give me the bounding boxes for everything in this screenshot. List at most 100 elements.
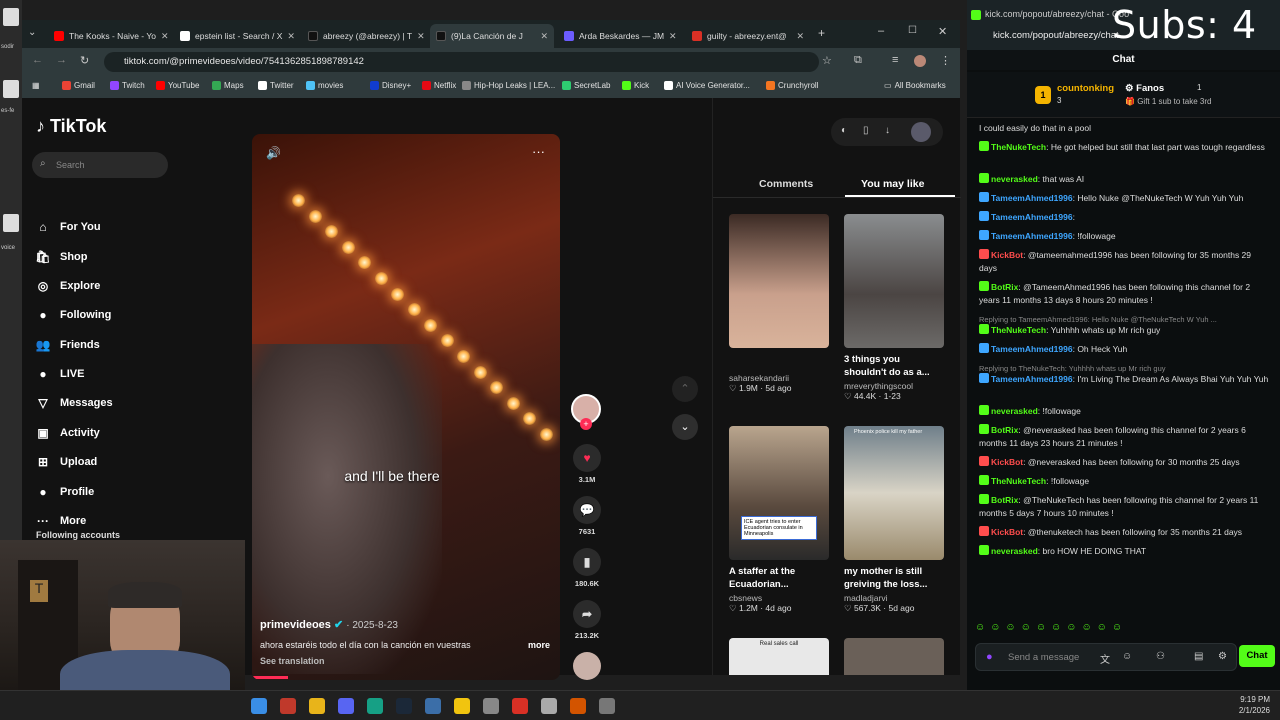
emote-bar[interactable]: ☺☺☺☺☺☺☺☺☺☺ [975,622,1175,638]
taskbar-app-icon[interactable] [512,698,528,714]
users-icon[interactable]: ⚇ [1156,651,1165,662]
browser-tab[interactable]: Arda Beskardes — JM ✕ [558,24,682,48]
nav-item-shop[interactable]: 🛍 Shop [35,250,87,264]
chat-username[interactable]: TheNukeTech [991,476,1046,486]
browser-tab[interactable]: The Kooks - Naive - Yo ✕ [48,24,172,48]
leader-name[interactable]: countonking [1057,83,1114,94]
new-tab-button[interactable]: + [818,26,825,40]
desktop-icon[interactable] [3,80,19,98]
close-icon[interactable]: ✕ [796,31,804,42]
taskbar-app-icon[interactable] [599,698,615,714]
maximize-button[interactable]: ☐ [908,25,917,36]
close-icon[interactable]: ✕ [417,31,425,42]
taskbar-app-icon[interactable] [280,698,296,714]
browser-tab[interactable]: abreezy (@abreezy) | T ✕ [302,24,426,48]
settings-icon[interactable]: ⚙ [1218,651,1227,662]
bookmark-item[interactable]: SecretLab [562,81,610,90]
author-name[interactable]: primevideoes ✔ · 2025-8-23 [260,618,398,631]
follow-button[interactable]: + [580,418,592,430]
nav-item-profile[interactable]: ● Profile [36,485,94,499]
phone-icon[interactable]: ▯ [863,125,869,136]
taskbar-app-icon[interactable] [483,698,499,714]
chat-username[interactable]: TheNukeTech [991,325,1046,335]
emoji-icon[interactable]: ☺ [1122,651,1132,662]
store-icon[interactable]: ▤ [1194,651,1203,662]
second-name[interactable]: ⚙ Fanos [1125,83,1164,94]
star-icon[interactable]: ☆ [822,54,832,67]
close-icon[interactable]: ✕ [540,31,548,42]
bookmark-item[interactable]: Crunchyroll [766,81,818,90]
more-options-icon[interactable]: ··· [532,144,545,159]
share-button[interactable]: ➦ 213.2K [572,600,602,640]
extensions-icon[interactable]: ⧉ [854,54,862,67]
apps-icon[interactable]: ▦ [32,81,40,90]
taskbar-app-icon[interactable] [251,698,267,714]
more-button[interactable]: more [528,640,550,650]
tab-you-may-like[interactable]: You may like [861,178,924,190]
kick-url[interactable]: kick.com/popout/abreezy/chat [993,30,1119,41]
see-translation-link[interactable]: See translation [260,656,325,666]
avatar[interactable] [914,55,926,67]
close-icon[interactable]: ✕ [161,31,169,42]
chat-username[interactable]: BotRix [991,425,1018,435]
translate-icon[interactable]: 文 [1100,651,1110,666]
card-author[interactable]: mreverythingscool [844,381,944,391]
card-author[interactable]: madladjarvi [844,593,944,603]
video-player[interactable]: 🔊 ··· and I'll be there primevideoes ✔ ·… [252,134,560,680]
taskbar-app-icon[interactable] [338,698,354,714]
tiktok-logo[interactable]: ♪ TikTok [36,116,106,137]
reload-icon[interactable]: ↻ [80,54,89,67]
comment-button[interactable]: 💬 7631 [572,496,602,536]
video-card[interactable]: Phoenix police kill my father my mother … [844,426,944,614]
send-chat-button[interactable]: Chat [1239,645,1275,667]
music-disc-icon[interactable] [573,652,601,680]
download-icon[interactable]: ↓ [885,125,890,136]
chat-username[interactable]: TheNukeTech [991,142,1046,152]
gift-text[interactable]: 🎁 Gift 1 sub to take 3rd [1125,97,1211,106]
bookmark-item[interactable]: Netflix [422,81,456,90]
taskbar-app-icon[interactable] [367,698,383,714]
card-author[interactable]: cbsnews [729,593,829,603]
bookmark-item[interactable]: Twitter [258,81,294,90]
chat-username[interactable]: BotRix [991,495,1018,505]
bookmark-item[interactable]: Maps [212,81,244,90]
bookmark-item[interactable]: movies [306,81,343,90]
bookmark-item[interactable]: Hip-Hop Leaks | LEA... [462,81,555,90]
back-icon[interactable]: ← [32,54,43,66]
chat-username[interactable]: neverasked [991,406,1038,416]
chat-username[interactable]: KickBot [991,250,1023,260]
browser-tab[interactable]: epstein list - Search / X ✕ [174,24,298,48]
taskbar-app-icon[interactable] [570,698,586,714]
previous-video-button[interactable]: ⌃ [672,376,698,402]
video-card[interactable]: saharsekandarii ♡ 1.9M · 5d ago [729,214,829,394]
tab-comments[interactable]: Comments [759,178,813,190]
speed-icon[interactable]: ◐ [841,125,847,136]
avatar[interactable] [911,122,931,142]
progress-bar[interactable] [252,676,288,679]
taskbar-app-icon[interactable] [396,698,412,714]
taskbar-app-icon[interactable] [309,698,325,714]
bookmark-item[interactable]: Disney+ [370,81,411,90]
tab-search-icon[interactable]: ⌄ [28,27,36,38]
bookmark-item[interactable]: Gmail [62,81,95,90]
search-input[interactable]: Search [32,152,168,178]
next-video-button[interactable]: ⌄ [672,414,698,440]
nav-item-activity[interactable]: ▣ Activity [36,426,99,440]
chat-username[interactable]: BotRix [991,282,1018,292]
nav-item-friends[interactable]: 👥 Friends [36,338,100,352]
nav-item-upload[interactable]: ⊞ Upload [36,455,97,469]
menu-icon[interactable]: ⋮ [940,54,951,67]
taskbar-app-icon[interactable] [454,698,470,714]
chat-username[interactable]: TameemAhmed1996 [991,374,1073,384]
chat-input[interactable]: ● Send a message 文 ☺ ⚇ ▤ ⚙ [975,643,1237,671]
video-thumbnail[interactable] [844,638,944,675]
chat-username[interactable]: TameemAhmed1996 [991,231,1073,241]
url-input[interactable]: tiktok.com/@primevideoes/video/754136285… [104,52,819,72]
nav-item-more[interactable]: ··· More [36,514,86,528]
taskbar-app-icon[interactable] [541,698,557,714]
nav-item-live[interactable]: ● LIVE [36,367,84,381]
close-window-button[interactable]: ✕ [938,25,947,38]
bookmark-item[interactable]: Twitch [110,81,145,90]
close-icon[interactable]: ✕ [669,31,677,42]
nav-item-for-you[interactable]: ⌂ For You [36,220,100,234]
